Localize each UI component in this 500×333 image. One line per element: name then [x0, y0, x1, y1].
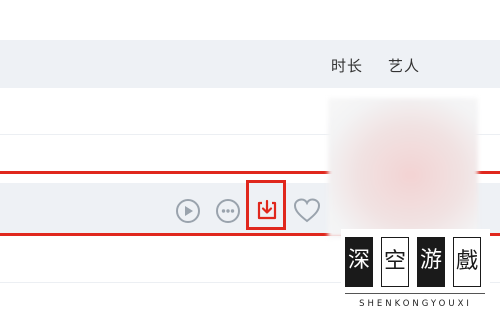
table-header	[0, 40, 500, 88]
watermark-divider	[345, 293, 485, 294]
column-header-artist[interactable]: 艺人	[388, 55, 420, 76]
download-icon[interactable]	[254, 197, 280, 223]
watermark-char: 深	[345, 237, 373, 287]
blurred-area	[328, 98, 478, 238]
watermark-char: 游	[417, 237, 445, 287]
heart-icon[interactable]	[292, 196, 322, 224]
watermark-char: 戲	[453, 237, 481, 287]
watermark-logo: 深 空 游 戲 SHENKONGYOUXI	[341, 229, 490, 325]
watermark-subtitle: SHENKONGYOUXI	[359, 299, 472, 309]
play-circle-icon[interactable]	[175, 198, 201, 224]
watermark-char: 空	[381, 237, 409, 287]
more-dots-icon[interactable]	[215, 198, 241, 224]
column-header-duration[interactable]: 时长	[331, 55, 363, 76]
